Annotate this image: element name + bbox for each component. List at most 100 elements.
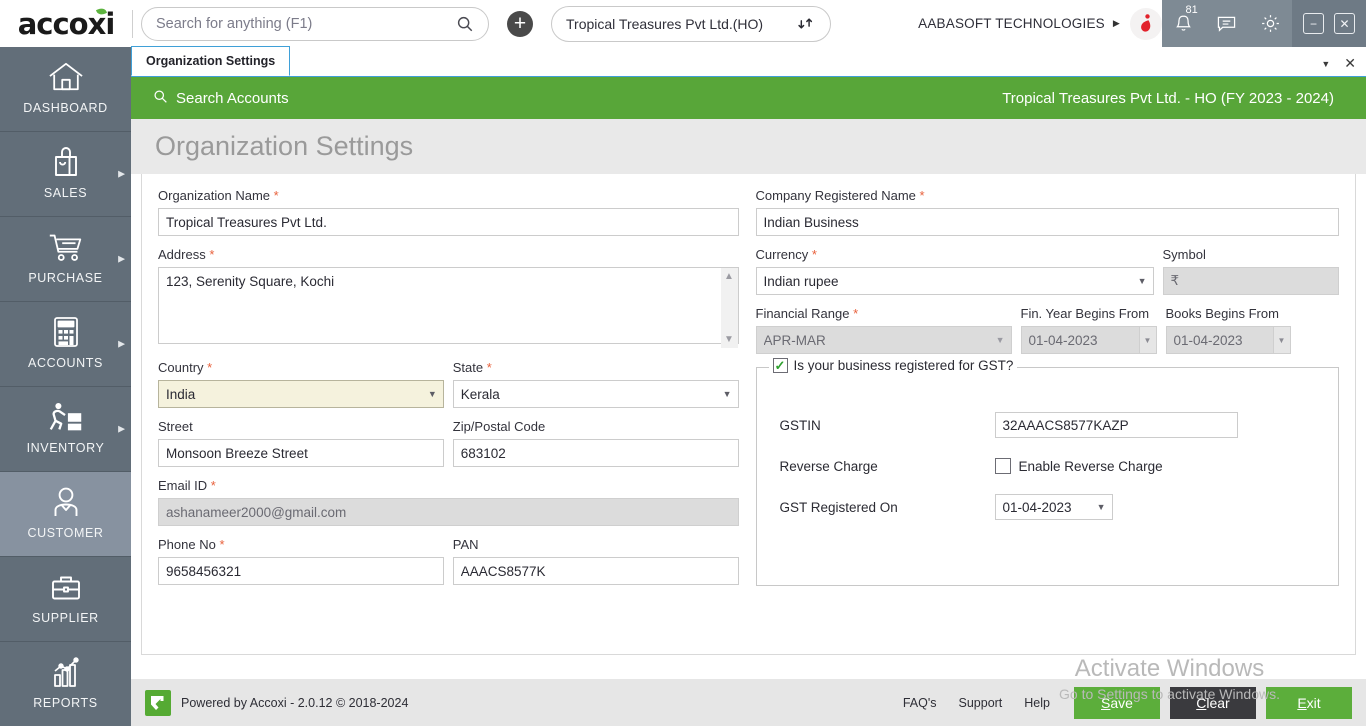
- add-button-label: +: [514, 13, 526, 35]
- gst-panel: ✓ Is your business registered for GST? G…: [756, 367, 1340, 586]
- row-gst-registered-on: GST Registered On ▼: [780, 494, 1321, 520]
- gst-registered-on-select-wrap[interactable]: ▼: [995, 494, 1113, 520]
- country-select-wrap[interactable]: ▼: [158, 380, 444, 408]
- powered-by-text: Powered by Accoxi - 2.0.12 © 2018-2024: [181, 696, 408, 710]
- close-button[interactable]: ✕: [1334, 13, 1355, 34]
- sidebar-item-dashboard[interactable]: DASHBOARD: [0, 47, 131, 132]
- company-fiscal-year-label: Tropical Treasures Pvt Ltd. - HO (FY 202…: [1002, 90, 1344, 107]
- row-street-zip: Street Zip/Postal Code: [158, 419, 739, 467]
- field-currency: Currency * ▼: [756, 247, 1154, 295]
- required-asterisk: *: [920, 188, 925, 203]
- message-icon[interactable]: [1216, 14, 1237, 33]
- top-bar: accoxi + Tropical Treasures Pvt Ltd.(HO): [0, 0, 1366, 47]
- sidebar-item-accounts[interactable]: ACCOUNTS ▶: [0, 302, 131, 387]
- row-country-state: Country * ▼ State *: [158, 360, 739, 408]
- field-symbol: Symbol: [1163, 247, 1340, 295]
- label-text: Currency: [756, 247, 809, 262]
- footer-link-help[interactable]: Help: [1024, 696, 1050, 710]
- sidebar-item-inventory[interactable]: INVENTORY ▶: [0, 387, 131, 472]
- zip-input[interactable]: [453, 439, 739, 467]
- state-select[interactable]: [453, 380, 739, 408]
- gst-registered-on-value-wrap: ▼: [995, 494, 1321, 520]
- scroll-down-icon[interactable]: ▼: [724, 334, 734, 345]
- search-accounts-label: Search Accounts: [176, 90, 289, 107]
- currency-select-wrap[interactable]: ▼: [756, 267, 1154, 295]
- required-asterisk: *: [209, 247, 214, 262]
- footer-link-faqs[interactable]: FAQ's: [903, 696, 937, 710]
- footer-links: FAQ's Support Help: [903, 696, 1050, 710]
- briefcase-icon: [49, 568, 83, 604]
- gst-registered-checkbox[interactable]: ✓ Is your business registered for GST?: [769, 358, 1018, 373]
- search-input[interactable]: [156, 16, 456, 32]
- organization-selector[interactable]: Tropical Treasures Pvt Ltd.(HO): [551, 6, 831, 42]
- refresh-switch-icon[interactable]: [797, 14, 816, 33]
- person-icon: [50, 483, 82, 519]
- minimize-button[interactable]: −: [1303, 13, 1324, 34]
- gear-icon[interactable]: [1260, 13, 1281, 34]
- gst-registered-on-select[interactable]: [995, 494, 1113, 520]
- tenant-selector[interactable]: AABASOFT TECHNOLOGIES ▶: [918, 16, 1126, 31]
- reverse-charge-value-wrap: Enable Reverse Charge: [995, 458, 1321, 474]
- chevron-down-icon: ▼: [1273, 327, 1290, 353]
- street-input[interactable]: [158, 439, 444, 467]
- currency-select[interactable]: [756, 267, 1154, 295]
- country-label: Country *: [158, 360, 444, 375]
- label-text: Address: [158, 247, 206, 262]
- gstin-input[interactable]: [995, 412, 1238, 438]
- avatar[interactable]: [1130, 8, 1162, 40]
- sidebar-item-customer[interactable]: CUSTOMER: [0, 472, 131, 557]
- save-button[interactable]: Save: [1074, 687, 1160, 719]
- sidebar-item-purchase[interactable]: PURCHASE ▶: [0, 217, 131, 302]
- home-icon: [46, 58, 86, 94]
- clear-button[interactable]: Clear: [1170, 687, 1256, 719]
- application-window: accoxi + Tropical Treasures Pvt Ltd.(HO): [0, 0, 1366, 726]
- accoxi-logo: accoxi: [0, 0, 132, 47]
- calculator-icon: [50, 313, 82, 349]
- chevron-down-icon[interactable]: ▼: [1321, 59, 1330, 69]
- row-gstin: GSTIN: [780, 412, 1321, 438]
- symbol-label: Symbol: [1163, 247, 1340, 262]
- company-registered-name-input[interactable]: [756, 208, 1340, 236]
- sidebar-item-sales[interactable]: SALES ▶: [0, 132, 131, 217]
- scroll-up-icon[interactable]: ▲: [724, 271, 734, 282]
- enable-reverse-charge-label: Enable Reverse Charge: [1019, 459, 1163, 474]
- content-area: Organization Settings ▼ ✕ Search Account…: [131, 47, 1366, 726]
- organization-settings-form: Organization Name * Address * ▲ ▼: [141, 174, 1356, 655]
- reverse-charge-checkbox-box[interactable]: [995, 458, 1011, 474]
- shopping-cart-icon: [46, 228, 86, 264]
- organization-name-input[interactable]: [158, 208, 739, 236]
- search-accounts-button[interactable]: Search Accounts: [153, 89, 289, 108]
- address-scrollbar[interactable]: ▲ ▼: [721, 268, 738, 348]
- row-financial-range: Financial Range * ▼ Fin. Year Begins Fro…: [756, 306, 1340, 354]
- pan-input[interactable]: [453, 557, 739, 585]
- gst-legend-label: Is your business registered for GST?: [794, 358, 1014, 373]
- sidebar-item-label: PURCHASE: [28, 271, 102, 285]
- address-textarea[interactable]: [158, 267, 739, 344]
- exit-button[interactable]: Exit: [1266, 687, 1352, 719]
- field-company-registered-name: Company Registered Name *: [756, 188, 1340, 236]
- sidebar-item-label: CUSTOMER: [27, 526, 103, 540]
- enable-reverse-charge-checkbox[interactable]: Enable Reverse Charge: [995, 458, 1321, 474]
- footer-link-support[interactable]: Support: [959, 696, 1003, 710]
- global-search[interactable]: [141, 7, 489, 41]
- currency-label: Currency *: [756, 247, 1154, 262]
- chevron-right-icon: ▶: [118, 424, 125, 435]
- sidebar-item-supplier[interactable]: SUPPLIER: [0, 557, 131, 642]
- close-icon[interactable]: ✕: [1344, 55, 1356, 72]
- sidebar: DASHBOARD SALES ▶: [0, 47, 131, 726]
- footer-bar: Powered by Accoxi - 2.0.12 © 2018-2024 F…: [131, 679, 1366, 726]
- label-text: Organization Name: [158, 188, 270, 203]
- tab-organization-settings[interactable]: Organization Settings: [131, 46, 290, 76]
- gst-checkbox-box[interactable]: ✓: [773, 358, 788, 373]
- country-select[interactable]: [158, 380, 444, 408]
- search-icon[interactable]: [456, 15, 474, 33]
- books-begins-wrap: ▼: [1166, 326, 1291, 354]
- sidebar-item-label: DASHBOARD: [23, 101, 108, 115]
- bell-icon[interactable]: 81: [1174, 13, 1193, 34]
- add-button[interactable]: +: [507, 11, 533, 37]
- sidebar-item-reports[interactable]: REPORTS: [0, 642, 131, 726]
- tenant-name: AABASOFT TECHNOLOGIES: [918, 16, 1105, 31]
- state-select-wrap[interactable]: ▼: [453, 380, 739, 408]
- label-text: Financial Range: [756, 306, 850, 321]
- phone-input[interactable]: [158, 557, 444, 585]
